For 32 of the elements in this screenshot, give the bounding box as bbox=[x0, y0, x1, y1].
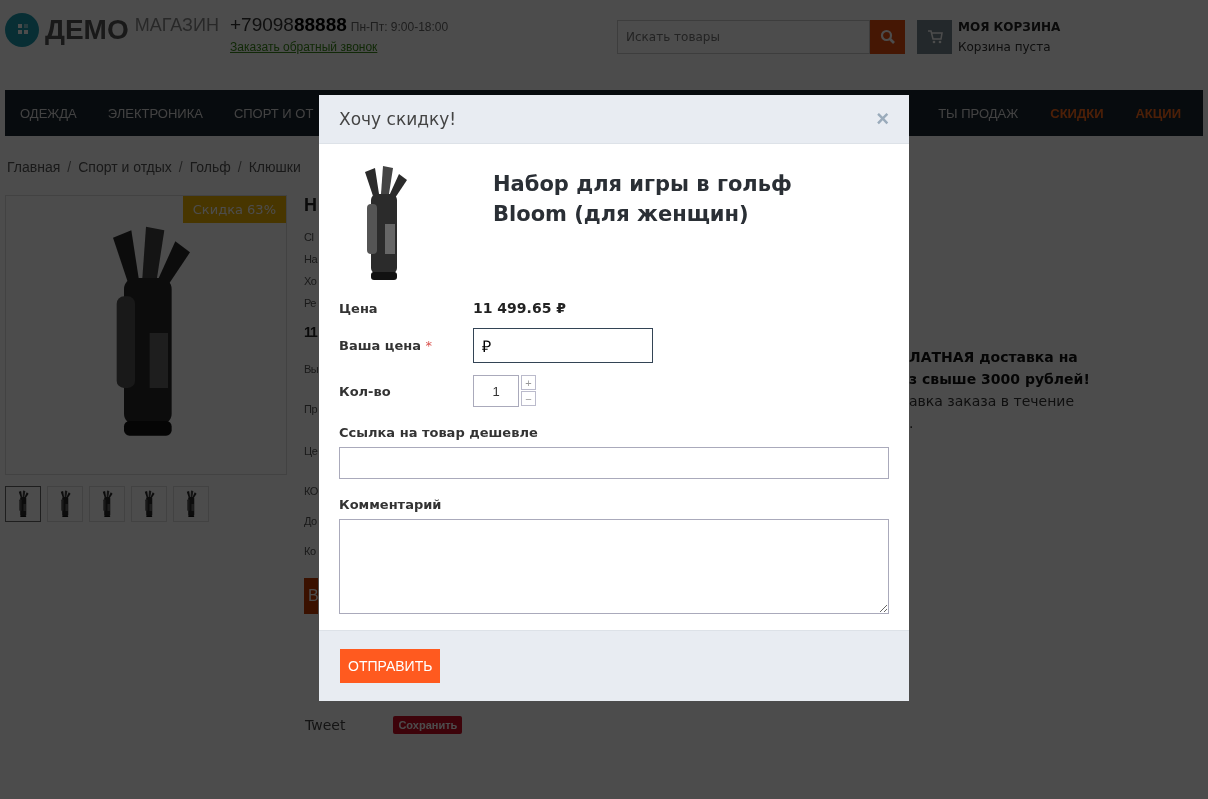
product-title: Н bbox=[304, 195, 317, 216]
tweet-link[interactable]: Tweet bbox=[305, 717, 346, 733]
link-input[interactable] bbox=[339, 447, 889, 479]
modal-title: Хочу скидку! bbox=[339, 109, 457, 129]
submit-button[interactable]: ОТПРАВИТЬ bbox=[340, 649, 441, 683]
cart-status: Корзина пуста bbox=[958, 40, 1052, 54]
field-label: Ссылка на товар дешевле bbox=[339, 425, 539, 440]
breadcrumb-separator: / bbox=[237, 159, 242, 175]
close-button[interactable]: × bbox=[876, 106, 889, 132]
nav-item[interactable]: СКИДКИ bbox=[1050, 105, 1104, 121]
breadcrumb-separator: / bbox=[178, 159, 183, 175]
delivery-text: . bbox=[909, 414, 915, 433]
comment-textarea[interactable] bbox=[339, 519, 889, 614]
nav-item[interactable]: АКЦИИ bbox=[1135, 105, 1181, 121]
breadcrumb-separator: / bbox=[67, 159, 72, 175]
delivery-text: авка заказа в течение bbox=[909, 392, 1076, 411]
quantity-input[interactable]: 1 bbox=[473, 375, 519, 407]
increment-button[interactable]: + bbox=[521, 375, 536, 390]
field-label: Комментарий bbox=[339, 497, 443, 512]
phone-number: +7909888888 bbox=[230, 14, 347, 35]
product-title: Набор для игры в гольф Bloom (для женщин) bbox=[493, 171, 793, 228]
field-label: Кол-во bbox=[339, 383, 392, 399]
delivery-promo: ЛАТНАЯ доставка на bbox=[909, 348, 1079, 367]
field-label: Цена bbox=[339, 300, 379, 316]
product-price: 11 bbox=[304, 324, 317, 340]
callback-link[interactable]: Заказать обратный звонок bbox=[230, 40, 378, 54]
delivery-promo: з свыше 3000 рублей! bbox=[909, 370, 1090, 389]
field-label: Ваша цена * bbox=[339, 338, 434, 353]
price-input[interactable]: ₽ bbox=[473, 328, 653, 363]
product-price: 11 499.65 ₽ bbox=[473, 300, 566, 316]
decrement-button[interactable]: − bbox=[521, 391, 536, 406]
cart-title: МОЯ КОРЗИНА bbox=[958, 20, 1061, 34]
